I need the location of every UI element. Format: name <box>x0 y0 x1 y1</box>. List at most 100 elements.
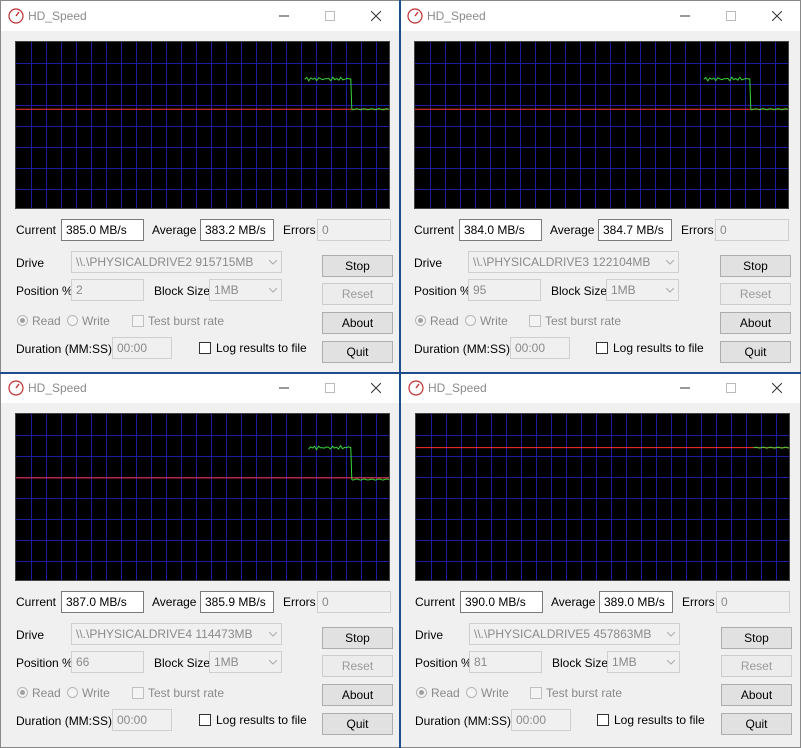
log-results-checkbox[interactable] <box>597 714 609 726</box>
maximize-icon <box>726 383 736 393</box>
maximize-button[interactable] <box>708 373 754 403</box>
duration-field: 00:00 <box>112 337 172 359</box>
chevron-down-icon <box>269 287 277 293</box>
window-divider-vertical <box>399 0 401 748</box>
close-icon <box>371 11 381 21</box>
test-burst-label: Test burst rate <box>545 314 622 328</box>
duration-field: 00:00 <box>510 337 570 359</box>
drive-select[interactable]: \\.\PHYSICALDRIVE2 915715MB <box>71 251 282 273</box>
maximize-icon <box>325 383 335 393</box>
write-radio[interactable] <box>67 687 78 698</box>
hd-speed-window-1: HD_Speed Current 385.0 MB/s Average 383.… <box>0 0 400 374</box>
read-label: Read <box>430 314 459 328</box>
read-radio[interactable] <box>17 687 28 698</box>
minimize-icon <box>279 387 289 389</box>
test-burst-checkbox[interactable] <box>132 315 144 327</box>
drive-label: Drive <box>415 628 444 642</box>
block-size-select[interactable]: 1MB <box>606 279 679 301</box>
errors-label: Errors <box>682 595 715 609</box>
drive-label: Drive <box>16 256 45 270</box>
title-bar[interactable]: HD_Speed <box>1 1 399 31</box>
log-results-checkbox[interactable] <box>199 714 211 726</box>
title-bar[interactable]: HD_Speed <box>400 1 800 31</box>
errors-field: 0 <box>317 591 391 613</box>
test-burst-checkbox[interactable] <box>529 315 541 327</box>
drive-select[interactable]: \\.\PHYSICALDRIVE3 122104MB <box>468 251 679 273</box>
block-size-select[interactable]: 1MB <box>607 651 680 673</box>
reset-button[interactable]: Reset <box>721 655 792 677</box>
reset-button[interactable]: Reset <box>322 283 393 305</box>
write-label: Write <box>82 314 110 328</box>
drive-label: Drive <box>16 628 45 642</box>
log-results-checkbox[interactable] <box>199 342 211 354</box>
window-title: HD_Speed <box>427 9 486 23</box>
reset-button[interactable]: Reset <box>322 655 393 677</box>
position-field: 95 <box>468 279 541 301</box>
read-radio[interactable] <box>415 315 426 326</box>
about-button[interactable]: About <box>720 312 791 334</box>
drive-select-value: \\.\PHYSICALDRIVE2 915715MB <box>76 255 254 269</box>
log-results-label: Log results to file <box>216 341 307 355</box>
close-button[interactable] <box>353 373 399 403</box>
write-radio[interactable] <box>466 687 477 698</box>
quit-button[interactable]: Quit <box>322 341 393 363</box>
block-size-value: 1MB <box>214 655 239 669</box>
block-size-value: 1MB <box>612 655 637 669</box>
average-speed-field: 389.0 MB/s <box>599 591 673 613</box>
minimize-button[interactable] <box>261 1 307 31</box>
write-radio[interactable] <box>67 315 78 326</box>
minimize-icon <box>680 15 690 17</box>
write-radio[interactable] <box>465 315 476 326</box>
chevron-down-icon <box>666 287 674 293</box>
close-icon <box>772 383 782 393</box>
average-label: Average <box>152 595 197 609</box>
quit-button[interactable]: Quit <box>720 341 791 363</box>
about-button[interactable]: About <box>322 684 393 706</box>
minimize-button[interactable] <box>662 1 708 31</box>
current-label: Current <box>16 595 57 609</box>
read-radio[interactable] <box>416 687 427 698</box>
block-size-select[interactable]: 1MB <box>209 279 282 301</box>
close-button[interactable] <box>754 373 800 403</box>
errors-field: 0 <box>715 219 789 241</box>
stop-button[interactable]: Stop <box>721 627 792 649</box>
drive-select[interactable]: \\.\PHYSICALDRIVE4 114473MB <box>71 623 282 645</box>
errors-field: 0 <box>716 591 790 613</box>
maximize-button[interactable] <box>307 373 353 403</box>
close-button[interactable] <box>353 1 399 31</box>
speed-trace <box>304 76 389 111</box>
test-burst-label: Test burst rate <box>148 314 225 328</box>
block-size-select[interactable]: 1MB <box>209 651 282 673</box>
close-icon <box>772 11 782 21</box>
log-results-label: Log results to file <box>613 341 704 355</box>
stop-button[interactable]: Stop <box>322 627 393 649</box>
block-size-label: Block Size <box>154 284 211 298</box>
test-burst-checkbox[interactable] <box>132 687 144 699</box>
position-label: Position % <box>415 656 472 670</box>
window-divider-horizontal <box>0 372 801 374</box>
average-speed-field: 385.9 MB/s <box>200 591 274 613</box>
close-button[interactable] <box>754 1 800 31</box>
about-button[interactable]: About <box>721 684 792 706</box>
maximize-button[interactable] <box>307 1 353 31</box>
current-speed-field: 387.0 MB/s <box>61 591 144 613</box>
title-bar[interactable]: HD_Speed <box>1 373 399 403</box>
test-burst-checkbox[interactable] <box>530 687 542 699</box>
read-radio[interactable] <box>17 315 28 326</box>
stop-button[interactable]: Stop <box>322 255 393 277</box>
log-results-label: Log results to file <box>614 713 705 727</box>
stop-button[interactable]: Stop <box>720 255 791 277</box>
reset-button[interactable]: Reset <box>720 283 791 305</box>
title-bar[interactable]: HD_Speed <box>401 373 800 403</box>
log-results-checkbox[interactable] <box>596 342 608 354</box>
quit-button[interactable]: Quit <box>721 713 792 735</box>
minimize-button[interactable] <box>261 373 307 403</box>
chevron-down-icon <box>666 259 674 265</box>
speed-graph <box>15 41 390 209</box>
about-button[interactable]: About <box>322 312 393 334</box>
drive-select[interactable]: \\.\PHYSICALDRIVE5 457863MB <box>469 623 680 645</box>
quit-button[interactable]: Quit <box>322 713 393 735</box>
minimize-button[interactable] <box>662 373 708 403</box>
maximize-button[interactable] <box>708 1 754 31</box>
average-label: Average <box>550 223 595 237</box>
